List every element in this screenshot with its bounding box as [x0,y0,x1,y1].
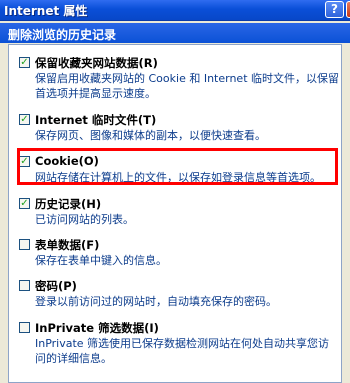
cookie-highlight-box [17,148,338,185]
option-title: Internet 临时文件(T) [35,113,157,127]
checkbox-inprivate-filter[interactable] [19,322,30,333]
option-title: 表单数据(F) [35,238,100,252]
option-title: 保留收藏夹网站数据(R) [35,56,158,70]
option-description: 登录以前访问过的网站时，自动填充保存的密码。 [35,295,277,308]
checkbox-history[interactable]: ✓ [19,198,30,209]
option-description: InPrivate 筛选使用已保存数据检测网站在何处自动共享您访问的详细信息。 [35,337,330,365]
title-bar: Internet 属性 ? X [0,0,350,21]
options-list: ✓ 保留收藏夹网站数据(R) 保留启用收藏夹网站的 Cookie 和 Inter… [8,44,342,383]
option-description: 保留启用收藏夹网站的 Cookie 和 Internet 临时文件，以保留首选项… [35,72,339,100]
option-title: 历史记录(H) [35,197,102,211]
dialog-header: 删除浏览的历史记录 [0,23,350,43]
help-button[interactable]: ? [325,1,344,18]
option-description: 已访问网站的列表。 [35,213,134,226]
dialog-header-title: 删除浏览的历史记录 [8,28,117,42]
close-button[interactable]: X [346,1,350,18]
checkbox-form-data[interactable] [19,239,30,250]
option-title: 密码(P) [35,279,77,293]
checkbox-keep-favorites[interactable]: ✓ [19,57,30,68]
window-title: Internet 属性 [4,4,88,18]
checkbox-passwords[interactable] [19,280,30,291]
option-description: 保存在表单中键入的信息。 [35,254,167,267]
option-description: 保存网页、图像和媒体的副本，以便快速查看。 [35,129,266,142]
option-title: InPrivate 筛选数据(I) [35,321,159,335]
checkbox-temp-files[interactable]: ✓ [19,114,30,125]
